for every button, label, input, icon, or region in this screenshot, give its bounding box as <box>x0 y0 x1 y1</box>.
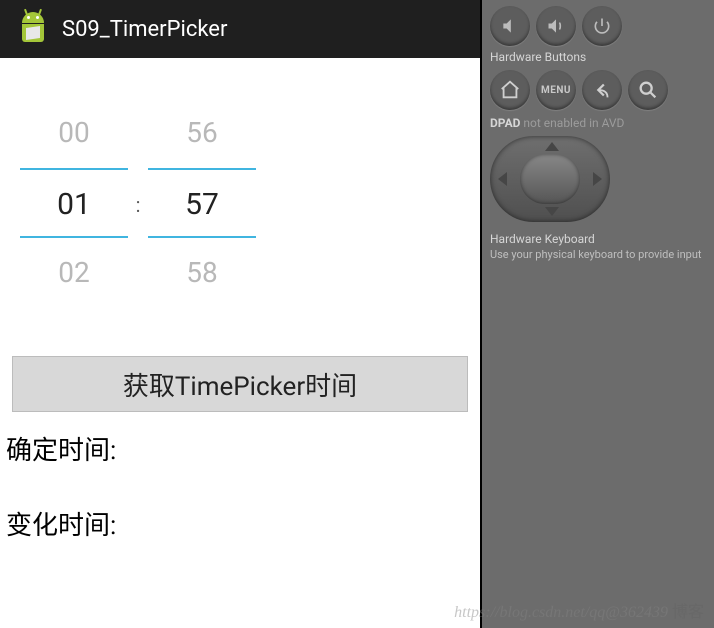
minute-picker[interactable]: 56 57 58 <box>148 98 256 308</box>
action-bar: S09_TimerPicker <box>0 0 480 58</box>
dpad-center-button <box>520 154 580 204</box>
dpad-right-icon <box>593 172 602 186</box>
dpad-left-icon <box>498 172 507 186</box>
emulator-panel: Hardware Buttons MENU DPAD <box>482 0 714 628</box>
change-time-label: 变化时间: <box>2 495 478 552</box>
time-picker[interactable]: 00 01 02 : 56 57 58 <box>2 68 478 348</box>
hour-prev[interactable]: 00 <box>20 98 128 168</box>
minute-prev[interactable]: 56 <box>148 98 256 168</box>
dpad <box>490 136 610 222</box>
volume-down-button[interactable] <box>490 6 530 46</box>
dpad-up-icon <box>545 142 559 151</box>
dpad-down-icon <box>545 207 559 216</box>
time-separator: : <box>128 170 148 308</box>
hour-picker[interactable]: 00 01 02 <box>20 98 128 308</box>
confirm-time-label: 确定时间: <box>2 420 478 477</box>
power-button[interactable] <box>582 6 622 46</box>
hardware-keyboard-sublabel: Use your physical keyboard to provide in… <box>490 248 706 261</box>
hardware-buttons-label: Hardware Buttons <box>490 50 706 64</box>
home-button[interactable] <box>490 70 530 110</box>
hour-next[interactable]: 02 <box>20 238 128 308</box>
back-button[interactable] <box>582 70 622 110</box>
hour-current[interactable]: 01 <box>20 168 128 238</box>
minute-next[interactable]: 58 <box>148 238 256 308</box>
app-icon <box>14 10 52 48</box>
minute-current[interactable]: 57 <box>148 168 256 238</box>
hardware-keyboard-label: Hardware Keyboard <box>490 232 706 246</box>
get-time-button[interactable]: 获取TimePicker时间 <box>12 356 468 412</box>
menu-button[interactable]: MENU <box>536 70 576 110</box>
content-area: 00 01 02 : 56 57 58 获取TimePicker时间 确定时间:… <box>0 58 480 628</box>
search-button[interactable] <box>628 70 668 110</box>
volume-up-button[interactable] <box>536 6 576 46</box>
device-screen: S09_TimerPicker 00 01 02 : 56 57 58 获取Ti… <box>0 0 482 628</box>
dpad-label: DPAD not enabled in AVD <box>490 116 706 130</box>
app-title: S09_TimerPicker <box>62 17 227 42</box>
